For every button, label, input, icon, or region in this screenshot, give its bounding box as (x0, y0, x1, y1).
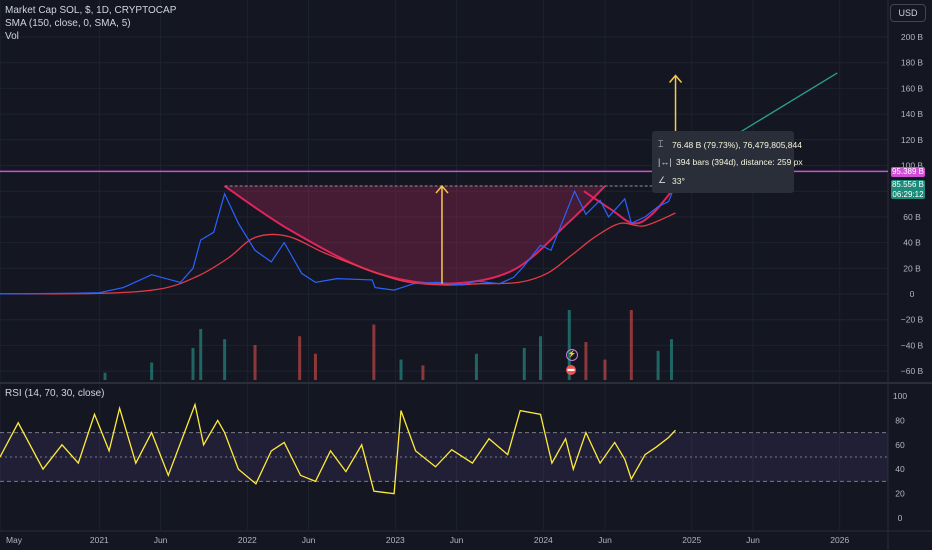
currency-button[interactable]: USD (890, 4, 926, 22)
vol-legend[interactable]: Vol (5, 31, 19, 43)
rsi-axis-label: 100 (893, 391, 907, 401)
volume-bar (629, 310, 633, 380)
rsi-axis-label: 0 (898, 513, 903, 523)
volume-bar (603, 359, 607, 380)
volume-bar (150, 362, 154, 380)
price-axis-label: 0 (910, 289, 915, 299)
volume-bar (253, 345, 257, 380)
rsi-axis-label: 40 (895, 464, 905, 474)
price-axis-label: 40 B (903, 238, 921, 248)
sma-legend[interactable]: SMA (150, close, 0, SMA, 5) (5, 18, 131, 30)
volume-bar (372, 324, 376, 380)
price-axis-label: 20 B (903, 263, 921, 273)
event-earnings-icon[interactable]: ▬ (566, 365, 576, 375)
volume-bar (298, 336, 302, 380)
time-axis-label: 2022 (238, 535, 257, 545)
cup-drawing (224, 185, 677, 285)
time-axis-label: Jun (598, 535, 612, 545)
time-axis-label: 2025 (682, 535, 701, 545)
volume-bar (584, 342, 588, 380)
price-axis-label: 140 B (901, 109, 924, 119)
volume-bar (539, 336, 543, 380)
time-axis-label: Jun (450, 535, 464, 545)
price-axis-label: 180 B (901, 58, 924, 68)
measure-tooltip: ⌶ 76.48 B (79.73%), 76,479,805,844 |↔| 3… (652, 131, 803, 193)
event-lightning-icon[interactable]: ⚡ (566, 349, 578, 361)
volume-bar (474, 353, 478, 380)
tooltip-price-row: ⌶ 76.48 B (79.73%), 76,479,805,844 (658, 139, 802, 150)
time-axis-label: Jun (746, 535, 760, 545)
time-axis-label: 2021 (90, 535, 109, 545)
volume-bar (421, 365, 425, 380)
volume-bar (399, 359, 403, 380)
price-axis-label: −20 B (901, 315, 924, 325)
volume-bar (669, 339, 673, 380)
volume-bar (103, 372, 107, 380)
current-price-tag: 85.556 B 06:29:12 (891, 180, 925, 199)
volume-bar (522, 347, 526, 380)
tooltip-angle: 33° (672, 175, 685, 186)
chart-canvas[interactable]: 200 B180 B160 B140 B120 B100 B80 B60 B40… (0, 0, 932, 550)
time-axis-label: Jun (302, 535, 316, 545)
time-axis-label: 2023 (386, 535, 405, 545)
date-range-icon: |↔| (658, 157, 672, 167)
tooltip-price-change: 76.48 B (79.73%), 76,479,805,844 (672, 139, 802, 150)
time-axis-label: May (6, 535, 23, 545)
volume-bar (656, 350, 660, 380)
tooltip-angle-row: ∠ 33° (658, 175, 685, 186)
rsi-axis-label: 20 (895, 489, 905, 499)
volume-bar (191, 347, 195, 380)
time-axis-label: 2024 (534, 535, 553, 545)
tooltip-bars-row: |↔| 394 bars (394d), distance: 259 px (658, 157, 803, 167)
time-axis-label: 2026 (830, 535, 849, 545)
rsi-axis-label: 60 (895, 440, 905, 450)
price-axis-label: 160 B (901, 83, 924, 93)
rsi-axis-label: 80 (895, 415, 905, 425)
time-axis-label: Jun (154, 535, 168, 545)
price-axis-label: 200 B (901, 32, 924, 42)
level-price-tag: 95.389 B (891, 167, 925, 177)
symbol-legend[interactable]: Market Cap SOL, $, 1D, CRYPTOCAP (5, 5, 176, 17)
price-axis-label: 120 B (901, 135, 924, 145)
price-axis-label: −60 B (901, 366, 924, 376)
price-axis-label: −40 B (901, 340, 924, 350)
price-range-icon: ⌶ (658, 139, 664, 149)
volume-bar (223, 339, 227, 380)
rsi-legend[interactable]: RSI (14, 70, 30, close) (5, 388, 105, 400)
volume-bar (199, 328, 203, 380)
price-axis-label: 60 B (903, 212, 921, 222)
angle-icon: ∠ (658, 175, 667, 185)
tooltip-bars-distance: 394 bars (394d), distance: 259 px (676, 157, 803, 167)
volume-bar (313, 353, 317, 380)
rsi-pane (0, 402, 888, 495)
current-price-label: 85.556 B (891, 180, 925, 189)
countdown-label: 06:29:12 (892, 189, 924, 199)
